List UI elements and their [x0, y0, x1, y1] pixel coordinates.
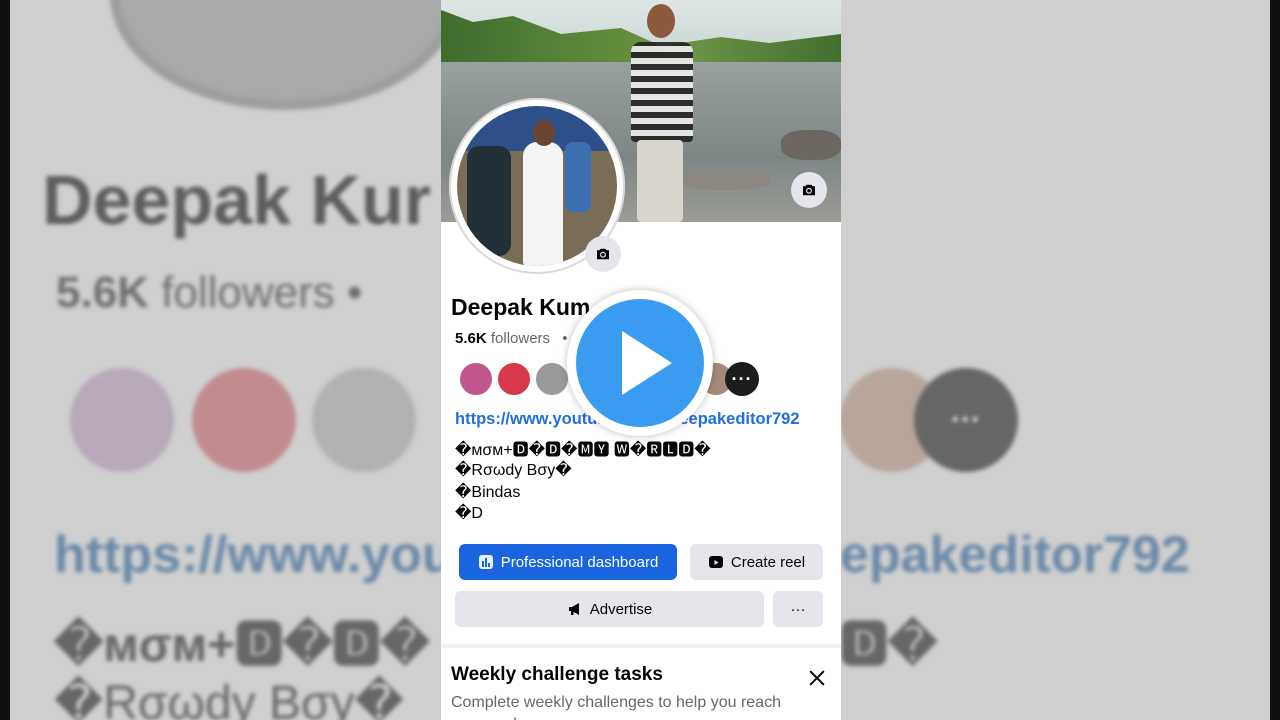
- cover-person: [631, 2, 701, 222]
- advertise-button[interactable]: Advertise: [455, 591, 764, 627]
- backdrop-bio-line-right: 🅳�: [840, 619, 938, 672]
- followers-label: followers: [490, 330, 551, 347]
- avatar-bg-person: [467, 146, 511, 256]
- bio-line: �D: [455, 505, 483, 522]
- backdrop-name: Deepak Kur: [42, 161, 432, 239]
- followers-count: 5.6K: [455, 330, 487, 347]
- professional-dashboard-button[interactable]: Professional dashboard: [459, 544, 677, 580]
- megaphone-icon: [567, 601, 583, 617]
- professional-dashboard-label: Professional dashboard: [500, 553, 659, 571]
- backdrop-link-right: epakeditor792: [840, 526, 1190, 584]
- weekly-challenge-description: Complete weekly challenges to help you r…: [451, 694, 781, 720]
- bio-line: �Rσωdу Bσу�: [455, 462, 572, 479]
- weekly-challenge-title: Weekly challenge tasks: [451, 664, 663, 685]
- followers-dot: •: [562, 330, 568, 347]
- avatar-main-person: [523, 142, 563, 266]
- profile-name: Deepak Kum: [451, 294, 591, 320]
- play-circle: [576, 299, 704, 427]
- avatar-bg-person: [565, 142, 591, 212]
- more-options-button[interactable]: ···: [773, 591, 823, 627]
- bio-line: �мσм+🅳�🅳�🅼🆈 🆆�🆁🅻🅳�: [455, 442, 711, 459]
- backdrop-friend-avatar: [70, 368, 174, 472]
- edit-cover-camera-icon[interactable]: [791, 172, 827, 208]
- friend-avatar[interactable]: [459, 362, 493, 396]
- backdrop-friend-avatar: [312, 368, 416, 472]
- backdrop-followers: 5.6K followers •: [56, 268, 362, 318]
- create-reel-button[interactable]: Create reel: [690, 544, 823, 580]
- backdrop-friend-avatar: [192, 368, 296, 472]
- backdrop-bio-line: �мσм+🅳�🅳�: [54, 619, 430, 672]
- more-friends-button[interactable]: ···: [725, 362, 759, 396]
- backdrop-link: https://www.you: [54, 526, 454, 584]
- backdrop-bio-line: �Rσωdу Bσу�: [54, 677, 404, 720]
- reel-icon: [708, 554, 724, 570]
- cover-rock: [781, 130, 841, 160]
- play-button[interactable]: [567, 290, 713, 436]
- avatar-main-head: [533, 120, 555, 146]
- play-icon: [622, 331, 672, 395]
- backdrop-avatar: [110, 0, 460, 110]
- section-divider: [441, 644, 841, 648]
- backdrop-followers-label: followers: [161, 268, 335, 317]
- followers-line[interactable]: 5.6K followers •: [455, 330, 567, 347]
- backdrop-followers-dot: •: [347, 268, 363, 317]
- right-edge: [1270, 0, 1280, 720]
- backdrop-followers-count: 5.6K: [56, 268, 149, 317]
- friend-avatar[interactable]: [535, 362, 569, 396]
- person-pants: [637, 140, 683, 222]
- advertise-label: Advertise: [589, 600, 653, 618]
- backdrop-more-friends: ···: [914, 368, 1018, 472]
- close-icon[interactable]: [805, 666, 829, 690]
- left-edge: [0, 0, 10, 720]
- friend-avatar[interactable]: [497, 362, 531, 396]
- bio-line: �Bindas: [455, 484, 521, 501]
- dashboard-chart-icon: [478, 554, 494, 570]
- profile-link-start: https://www.youtub: [455, 410, 608, 428]
- edit-avatar-camera-icon[interactable]: [585, 236, 621, 272]
- person-head: [647, 4, 675, 38]
- create-reel-label: Create reel: [730, 553, 806, 571]
- person-shirt: [631, 42, 693, 142]
